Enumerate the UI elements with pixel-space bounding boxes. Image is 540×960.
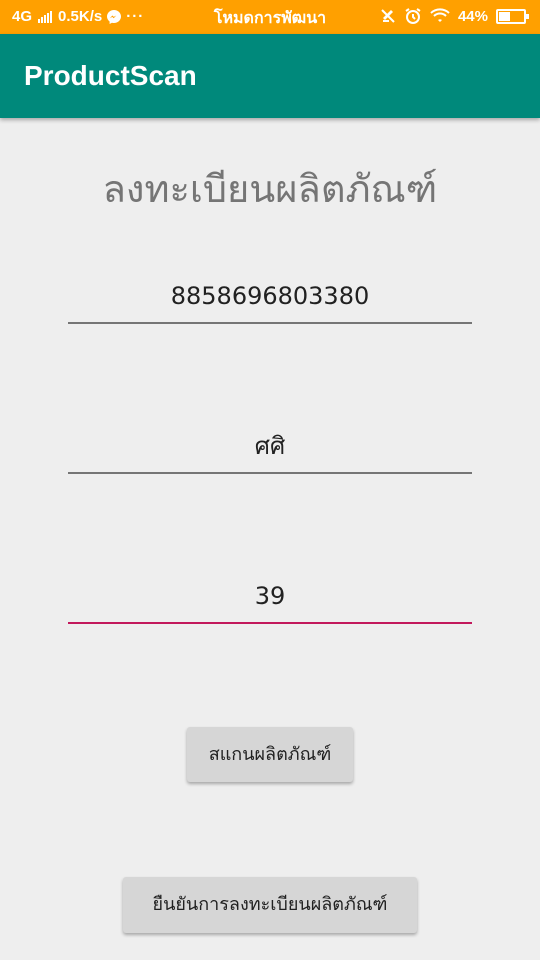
wifi-icon bbox=[430, 8, 450, 22]
status-right: 44% bbox=[380, 7, 529, 25]
confirm-registration-button[interactable]: ยืนยันการลงทะเบียนผลิตภัณฑ์ bbox=[123, 877, 417, 933]
status-bar: 4G 0.5K/s ··· โหมดการพัฒนา 44% bbox=[0, 0, 540, 34]
battery-icon bbox=[496, 8, 529, 24]
alarm-icon bbox=[405, 8, 421, 24]
app-title: ProductScan bbox=[24, 60, 197, 91]
product-name-input[interactable]: ศศิ bbox=[68, 424, 472, 474]
price-input[interactable]: 39 bbox=[68, 574, 472, 624]
battery-percent: 44% bbox=[457, 7, 488, 25]
mute-icon bbox=[381, 9, 395, 23]
barcode-input[interactable]: 8858696803380 bbox=[68, 274, 472, 324]
scan-product-button[interactable]: สแกนผลิตภัณฑ์ bbox=[187, 727, 353, 782]
app-bar: ProductScan bbox=[0, 34, 540, 118]
page-title: ลงทะเบียนผลิตภัณฑ์ bbox=[102, 167, 438, 211]
